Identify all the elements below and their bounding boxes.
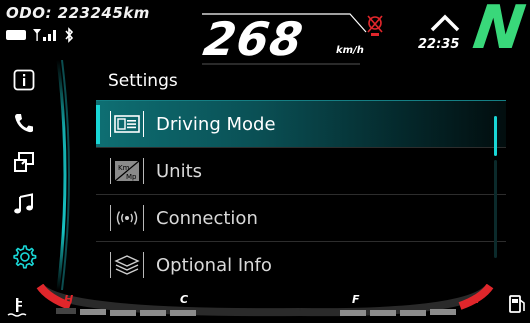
signal-strength-icon (33, 29, 56, 41)
bluetooth-icon (65, 27, 74, 43)
engine-warning-icon (367, 15, 383, 36)
menu-item-driving-mode[interactable]: Driving Mode (96, 100, 506, 147)
svg-text:Km: Km (118, 164, 130, 172)
battery-icon (6, 30, 26, 40)
menu-item-label: Units (156, 160, 203, 182)
settings-menu: Driving Mode Km Mp Units Connection Optio… (96, 100, 506, 288)
coolant-temperature-icon (7, 298, 27, 317)
odometer-readout: ODO: 223245km (6, 4, 150, 22)
menu-item-optional-info[interactable]: Optional Info (96, 241, 506, 288)
units-icon: Km Mp (110, 158, 144, 184)
speed-unit: km/h (336, 45, 364, 56)
fuel-pump-icon (509, 295, 525, 313)
scrollbar-track[interactable] (494, 160, 497, 258)
speedometer: 268 km/h (200, 8, 370, 68)
menu-item-connection[interactable]: Connection (96, 194, 506, 241)
temperature-hot-label: H (64, 293, 73, 306)
fuel-empty-label: E (472, 293, 480, 306)
menu-item-units[interactable]: Km Mp Units (96, 147, 506, 194)
fuel-full-label: F (352, 293, 360, 306)
bottom-gauges: H C F E (7, 284, 525, 317)
clock: 22:35 (418, 37, 460, 52)
screen-mirror-icon[interactable] (10, 148, 38, 176)
selection-indicator (96, 105, 100, 144)
status-icons (6, 24, 74, 46)
svg-text:Mp: Mp (126, 173, 137, 181)
speed-value: 268 (200, 12, 307, 66)
menu-item-label: Optional Info (156, 254, 272, 276)
temperature-cold-label: C (180, 293, 188, 306)
phone-icon[interactable] (10, 109, 38, 137)
shift-up-icon (430, 14, 460, 32)
music-icon[interactable] (10, 190, 38, 218)
gear-indicator: N (469, 0, 530, 63)
driving-mode-icon (110, 111, 144, 137)
optional-info-icon (110, 252, 144, 278)
menu-item-label: Driving Mode (156, 113, 276, 135)
connection-icon (110, 205, 144, 231)
scrollbar-thumb[interactable] (494, 116, 497, 156)
menu-item-label: Connection (156, 207, 258, 229)
page-title: Settings (108, 71, 178, 91)
info-icon[interactable] (10, 66, 38, 94)
settings-gear-icon[interactable] (10, 243, 38, 271)
